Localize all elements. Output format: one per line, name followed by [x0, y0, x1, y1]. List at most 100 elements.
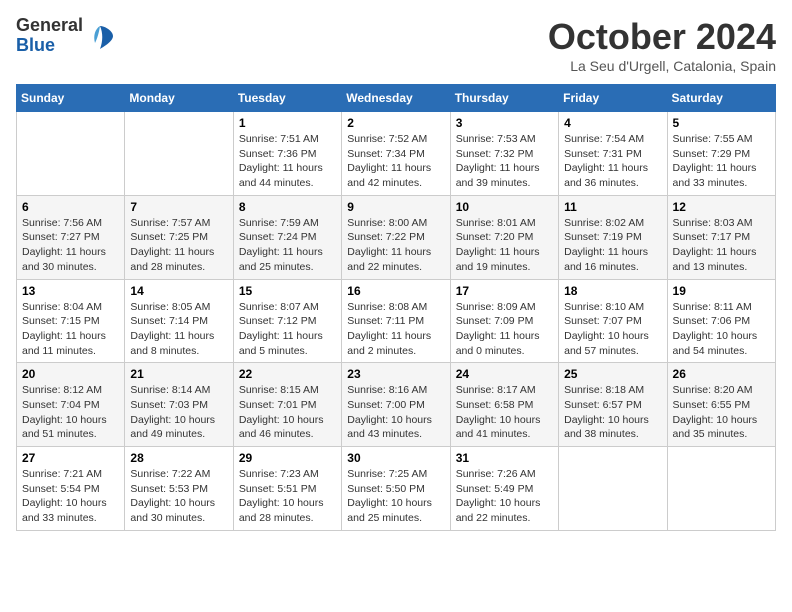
logo-icon	[85, 21, 115, 51]
day-cell: 8 Sunrise: 7:59 AMSunset: 7:24 PMDaylight…	[233, 195, 341, 279]
day-cell	[667, 447, 775, 531]
day-cell: 24 Sunrise: 8:17 AMSunset: 6:58 PMDayligh…	[450, 363, 558, 447]
day-number: 21	[130, 367, 227, 381]
day-info: Sunrise: 8:16 AMSunset: 7:00 PMDaylight:…	[347, 383, 444, 442]
day-number: 26	[673, 367, 770, 381]
week-row-5: 27 Sunrise: 7:21 AMSunset: 5:54 PMDayligh…	[17, 447, 776, 531]
day-info: Sunrise: 7:56 AMSunset: 7:27 PMDaylight:…	[22, 216, 119, 275]
weekday-header-wednesday: Wednesday	[342, 85, 450, 112]
day-info: Sunrise: 7:51 AMSunset: 7:36 PMDaylight:…	[239, 132, 336, 191]
calendar-table: SundayMondayTuesdayWednesdayThursdayFrid…	[16, 84, 776, 531]
day-cell	[125, 112, 233, 196]
day-info: Sunrise: 7:26 AMSunset: 5:49 PMDaylight:…	[456, 467, 553, 526]
week-row-4: 20 Sunrise: 8:12 AMSunset: 7:04 PMDayligh…	[17, 363, 776, 447]
day-cell: 11Sunrise: 8:02 AMSunset: 7:19 PMDayligh…	[559, 195, 667, 279]
day-number: 8	[239, 200, 336, 214]
day-info: Sunrise: 7:53 AMSunset: 7:32 PMDaylight:…	[456, 132, 553, 191]
day-cell: 29 Sunrise: 7:23 AMSunset: 5:51 PMDayligh…	[233, 447, 341, 531]
day-info: Sunrise: 8:20 AMSunset: 6:55 PMDaylight:…	[673, 383, 770, 442]
day-number: 13	[22, 284, 119, 298]
day-info: Sunrise: 8:02 AMSunset: 7:19 PMDaylight:…	[564, 216, 661, 275]
day-info: Sunrise: 8:15 AMSunset: 7:01 PMDaylight:…	[239, 383, 336, 442]
day-number: 12	[673, 200, 770, 214]
day-number: 1	[239, 116, 336, 130]
day-info: Sunrise: 7:21 AMSunset: 5:54 PMDaylight:…	[22, 467, 119, 526]
logo: General Blue	[16, 16, 115, 56]
day-cell: 22Sunrise: 8:15 AMSunset: 7:01 PMDayligh…	[233, 363, 341, 447]
day-info: Sunrise: 7:54 AMSunset: 7:31 PMDaylight:…	[564, 132, 661, 191]
day-number: 20	[22, 367, 119, 381]
day-info: Sunrise: 8:01 AMSunset: 7:20 PMDaylight:…	[456, 216, 553, 275]
day-number: 2	[347, 116, 444, 130]
day-number: 25	[564, 367, 661, 381]
day-number: 7	[130, 200, 227, 214]
day-info: Sunrise: 7:59 AMSunset: 7:24 PMDaylight:…	[239, 216, 336, 275]
day-cell	[17, 112, 125, 196]
day-number: 18	[564, 284, 661, 298]
weekday-header-monday: Monday	[125, 85, 233, 112]
day-info: Sunrise: 8:03 AMSunset: 7:17 PMDaylight:…	[673, 216, 770, 275]
location-subtitle: La Seu d'Urgell, Catalonia, Spain	[548, 58, 776, 74]
day-number: 16	[347, 284, 444, 298]
day-info: Sunrise: 8:08 AMSunset: 7:11 PMDaylight:…	[347, 300, 444, 359]
day-number: 17	[456, 284, 553, 298]
day-info: Sunrise: 8:12 AMSunset: 7:04 PMDaylight:…	[22, 383, 119, 442]
day-number: 14	[130, 284, 227, 298]
day-cell: 31 Sunrise: 7:26 AMSunset: 5:49 PMDayligh…	[450, 447, 558, 531]
day-cell: 26 Sunrise: 8:20 AMSunset: 6:55 PMDayligh…	[667, 363, 775, 447]
day-number: 29	[239, 451, 336, 465]
day-info: Sunrise: 7:57 AMSunset: 7:25 PMDaylight:…	[130, 216, 227, 275]
day-info: Sunrise: 8:00 AMSunset: 7:22 PMDaylight:…	[347, 216, 444, 275]
title-area: October 2024 La Seu d'Urgell, Catalonia,…	[548, 16, 776, 74]
logo-general: General	[16, 16, 83, 36]
day-cell: 7 Sunrise: 7:57 AMSunset: 7:25 PMDaylight…	[125, 195, 233, 279]
day-number: 3	[456, 116, 553, 130]
day-cell: 15 Sunrise: 8:07 AMSunset: 7:12 PMDayligh…	[233, 279, 341, 363]
day-number: 4	[564, 116, 661, 130]
day-info: Sunrise: 8:14 AMSunset: 7:03 PMDaylight:…	[130, 383, 227, 442]
day-cell: 6Sunrise: 7:56 AMSunset: 7:27 PMDaylight…	[17, 195, 125, 279]
weekday-header-row: SundayMondayTuesdayWednesdayThursdayFrid…	[17, 85, 776, 112]
logo-blue: Blue	[16, 36, 83, 56]
day-cell: 5 Sunrise: 7:55 AMSunset: 7:29 PMDaylight…	[667, 112, 775, 196]
day-cell: 9Sunrise: 8:00 AMSunset: 7:22 PMDaylight…	[342, 195, 450, 279]
day-cell: 14 Sunrise: 8:05 AMSunset: 7:14 PMDayligh…	[125, 279, 233, 363]
day-info: Sunrise: 7:55 AMSunset: 7:29 PMDaylight:…	[673, 132, 770, 191]
day-number: 31	[456, 451, 553, 465]
day-cell: 25 Sunrise: 8:18 AMSunset: 6:57 PMDayligh…	[559, 363, 667, 447]
day-number: 30	[347, 451, 444, 465]
day-cell: 27 Sunrise: 7:21 AMSunset: 5:54 PMDayligh…	[17, 447, 125, 531]
day-info: Sunrise: 8:18 AMSunset: 6:57 PMDaylight:…	[564, 383, 661, 442]
day-cell: 23Sunrise: 8:16 AMSunset: 7:00 PMDayligh…	[342, 363, 450, 447]
day-info: Sunrise: 8:05 AMSunset: 7:14 PMDaylight:…	[130, 300, 227, 359]
week-row-1: 1 Sunrise: 7:51 AMSunset: 7:36 PMDaylight…	[17, 112, 776, 196]
day-info: Sunrise: 7:23 AMSunset: 5:51 PMDaylight:…	[239, 467, 336, 526]
day-info: Sunrise: 8:09 AMSunset: 7:09 PMDaylight:…	[456, 300, 553, 359]
weekday-header-friday: Friday	[559, 85, 667, 112]
day-info: Sunrise: 8:17 AMSunset: 6:58 PMDaylight:…	[456, 383, 553, 442]
day-cell: 19Sunrise: 8:11 AMSunset: 7:06 PMDayligh…	[667, 279, 775, 363]
day-info: Sunrise: 7:25 AMSunset: 5:50 PMDaylight:…	[347, 467, 444, 526]
day-number: 24	[456, 367, 553, 381]
logo-text-area: General Blue	[16, 16, 115, 56]
day-info: Sunrise: 8:04 AMSunset: 7:15 PMDaylight:…	[22, 300, 119, 359]
day-cell	[559, 447, 667, 531]
day-cell: 18 Sunrise: 8:10 AMSunset: 7:07 PMDayligh…	[559, 279, 667, 363]
day-cell: 20 Sunrise: 8:12 AMSunset: 7:04 PMDayligh…	[17, 363, 125, 447]
day-info: Sunrise: 8:10 AMSunset: 7:07 PMDaylight:…	[564, 300, 661, 359]
day-cell: 3 Sunrise: 7:53 AMSunset: 7:32 PMDaylight…	[450, 112, 558, 196]
day-number: 28	[130, 451, 227, 465]
day-number: 5	[673, 116, 770, 130]
day-number: 15	[239, 284, 336, 298]
weekday-header-tuesday: Tuesday	[233, 85, 341, 112]
day-info: Sunrise: 8:11 AMSunset: 7:06 PMDaylight:…	[673, 300, 770, 359]
day-cell: 28 Sunrise: 7:22 AMSunset: 5:53 PMDayligh…	[125, 447, 233, 531]
weekday-header-sunday: Sunday	[17, 85, 125, 112]
day-info: Sunrise: 8:07 AMSunset: 7:12 PMDaylight:…	[239, 300, 336, 359]
day-number: 27	[22, 451, 119, 465]
month-title: October 2024	[548, 16, 776, 58]
day-cell: 13 Sunrise: 8:04 AMSunset: 7:15 PMDayligh…	[17, 279, 125, 363]
day-cell: 17 Sunrise: 8:09 AMSunset: 7:09 PMDayligh…	[450, 279, 558, 363]
day-info: Sunrise: 7:22 AMSunset: 5:53 PMDaylight:…	[130, 467, 227, 526]
day-cell: 30 Sunrise: 7:25 AMSunset: 5:50 PMDayligh…	[342, 447, 450, 531]
